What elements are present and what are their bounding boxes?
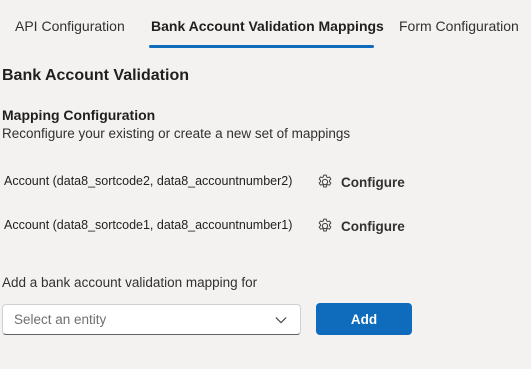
tab-bank-account-validation-mappings[interactable]: Bank Account Validation Mappings — [151, 18, 384, 34]
add-button[interactable]: Add — [316, 303, 412, 335]
mapping-label: Account (data8_sortcode2, data8_accountn… — [4, 174, 293, 188]
mapping-label: Account (data8_sortcode1, data8_accountn… — [4, 218, 293, 232]
mapping-configuration-description: Reconfigure your existing or create a ne… — [2, 126, 351, 141]
gear-icon — [318, 218, 332, 232]
entity-select[interactable]: Select an entity — [2, 304, 301, 335]
configure-button[interactable]: Configure — [316, 171, 405, 193]
tab-api-configuration[interactable]: API Configuration — [15, 18, 125, 34]
tab-form-configuration[interactable]: Form Configuration — [399, 18, 519, 34]
add-mapping-label: Add a bank account validation mapping fo… — [2, 275, 258, 290]
chevron-down-icon — [275, 317, 287, 324]
tab-bar: API Configuration Bank Account Validatio… — [0, 0, 531, 52]
gear-icon — [318, 174, 332, 188]
mapping-row: Account (data8_sortcode1, data8_accountn… — [4, 215, 424, 237]
entity-select-placeholder: Select an entity — [14, 312, 107, 327]
configure-button[interactable]: Configure — [316, 215, 405, 237]
active-tab-indicator — [149, 45, 374, 48]
configure-label: Configure — [341, 218, 405, 234]
section-title: Bank Account Validation — [2, 67, 189, 84]
mapping-configuration-title: Mapping Configuration — [2, 107, 156, 123]
configure-label: Configure — [341, 174, 405, 190]
mapping-row: Account (data8_sortcode2, data8_accountn… — [4, 171, 424, 193]
